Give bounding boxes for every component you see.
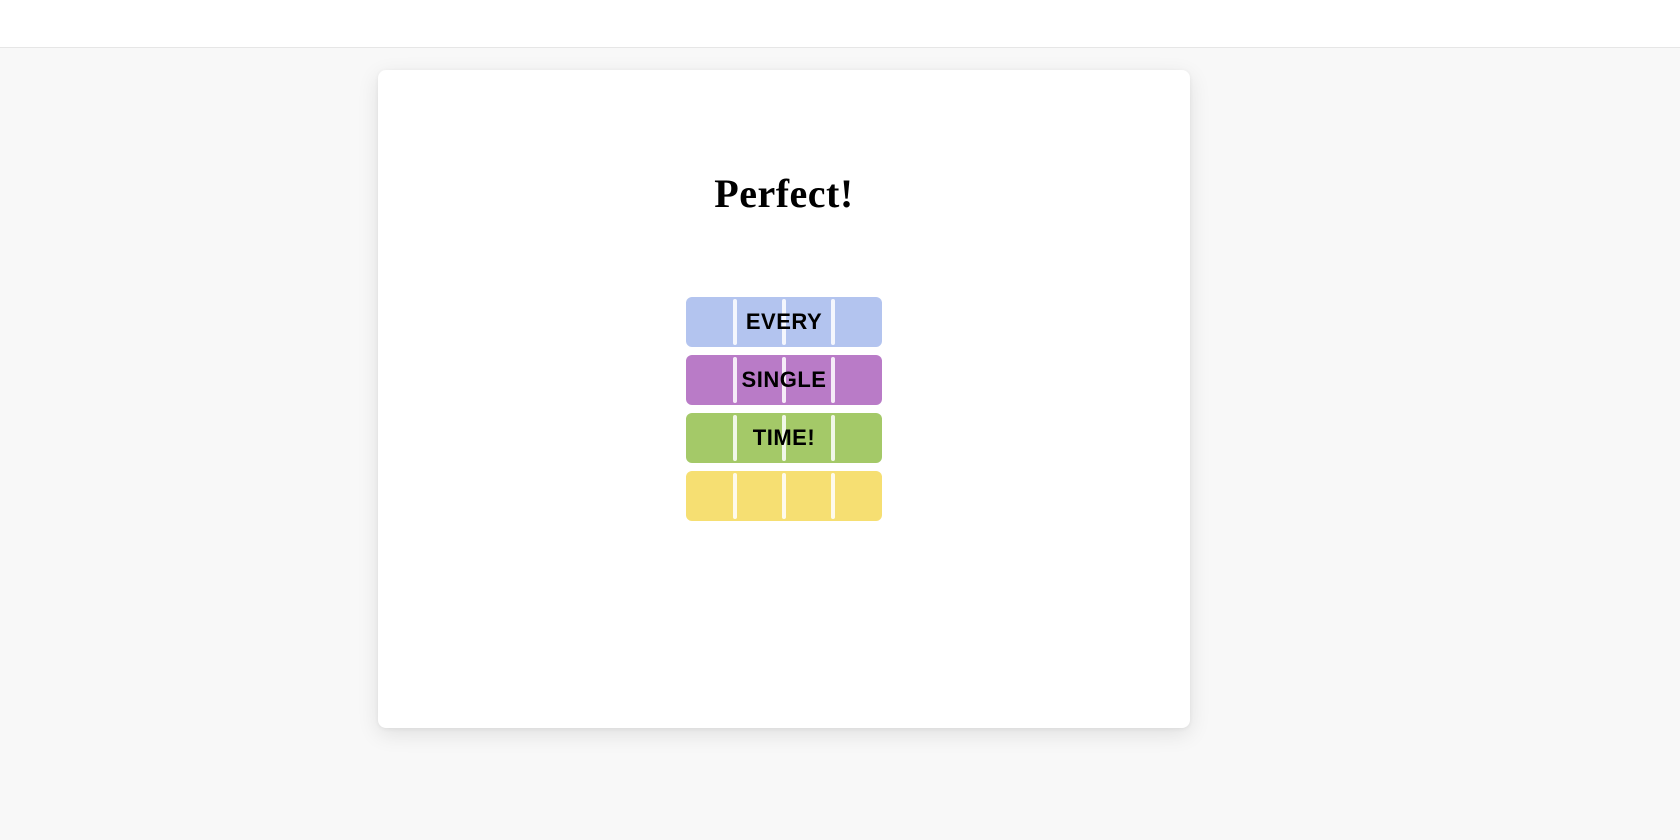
row-notch: [733, 473, 737, 519]
row-notch: [733, 299, 737, 345]
row-notch: [782, 473, 786, 519]
result-row: SINGLE: [686, 355, 882, 405]
row-notch: [733, 357, 737, 403]
results-headline: Perfect!: [714, 170, 853, 217]
results-rows: EVERY SINGLE TIME!: [686, 297, 882, 521]
result-row: EVERY: [686, 297, 882, 347]
result-row: TIME!: [686, 413, 882, 463]
row-notch: [831, 473, 835, 519]
row-notch: [733, 415, 737, 461]
result-row-label: EVERY: [746, 309, 822, 335]
result-row-label: SINGLE: [742, 367, 827, 393]
result-row-label: TIME!: [753, 425, 815, 451]
top-bar: [0, 0, 1680, 48]
row-notch: [831, 299, 835, 345]
row-notch: [831, 415, 835, 461]
row-notch: [831, 357, 835, 403]
results-modal: Perfect! EVERY SINGLE TIME!: [378, 70, 1190, 728]
result-row: [686, 471, 882, 521]
